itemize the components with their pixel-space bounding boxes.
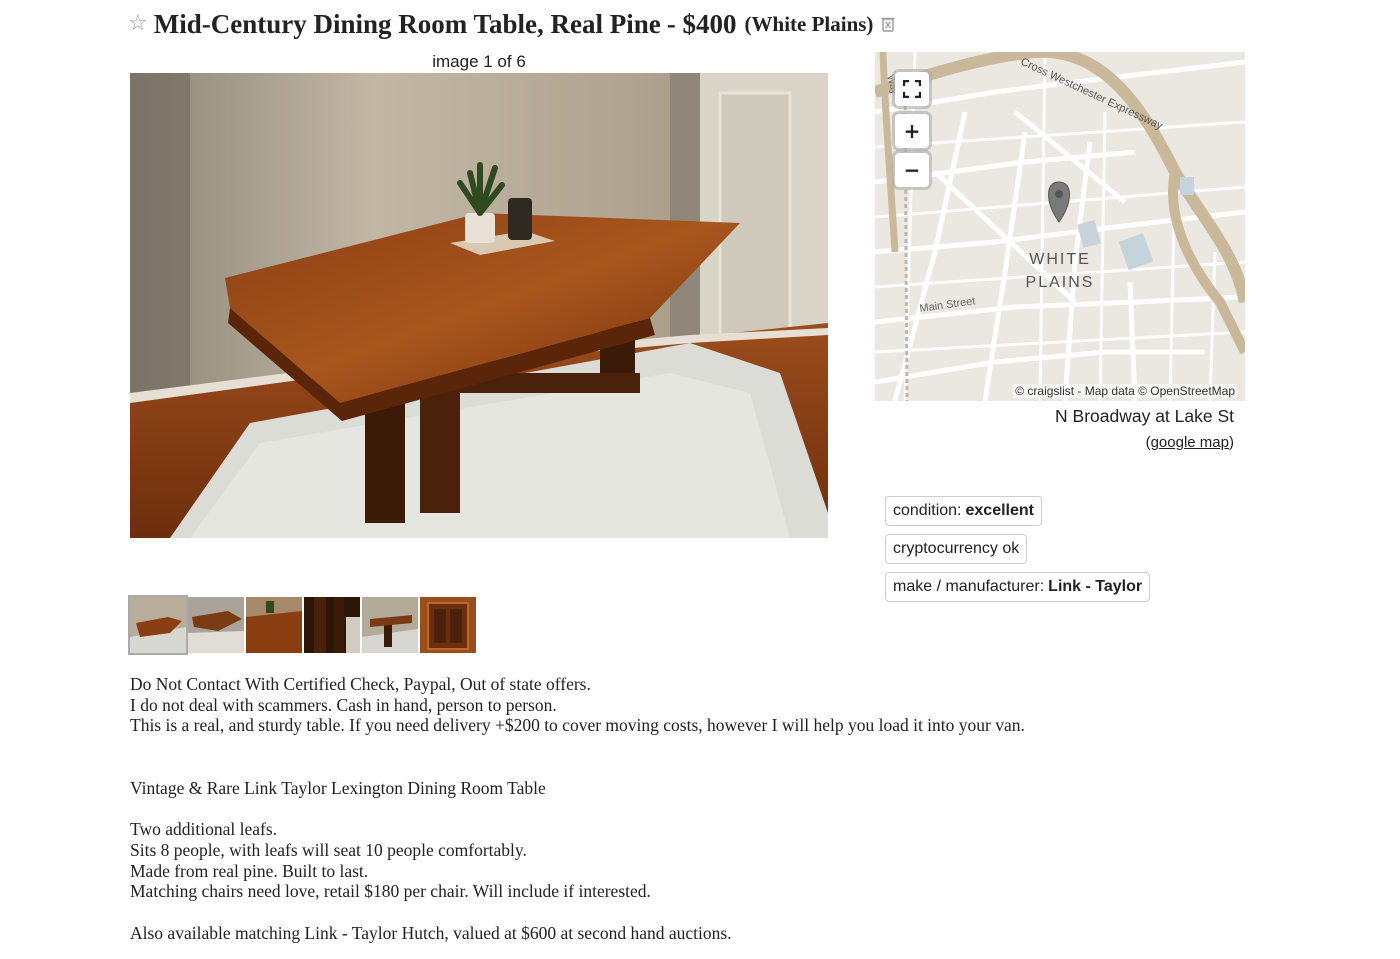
body-line: Sits 8 people, with leafs will seat 10 p… bbox=[130, 839, 527, 860]
attr-cryptocurrency-label: cryptocurrency ok bbox=[893, 540, 1020, 557]
thumbnail-4[interactable] bbox=[304, 597, 360, 653]
body-line: Do Not Contact With Certified Check, Pay… bbox=[130, 674, 591, 694]
map-attribution: © craigslist - Map data © OpenStreetMap bbox=[1013, 384, 1237, 398]
body-heading: Vintage & Rare Link Taylor Lexington Din… bbox=[130, 777, 546, 798]
posting-title: Mid-Century Dining Room Table, Real Pine bbox=[153, 8, 661, 39]
posting-location: (White Plains) bbox=[744, 11, 874, 36]
map-label-plains: PLAINS bbox=[1026, 274, 1095, 291]
attr-manufacturer-label: make / manufacturer: bbox=[893, 578, 1045, 595]
attr-manufacturer-value: Link - Taylor bbox=[1048, 578, 1143, 595]
posting-title-row: ☆ Mid-Century Dining Room Table, Real Pi… bbox=[128, 6, 895, 42]
image-counter: image 1 of 6 bbox=[432, 52, 526, 71]
attr-condition-label: condition: bbox=[893, 502, 962, 519]
posting-body: Do Not Contact With Certified Check, Pay… bbox=[130, 674, 1230, 943]
star-icon[interactable]: ☆ bbox=[128, 13, 148, 35]
thumbnail-6[interactable] bbox=[420, 597, 476, 653]
thumbnail-5[interactable] bbox=[362, 597, 418, 653]
body-line: I do not deal with scammers. Cash in han… bbox=[130, 694, 557, 715]
thumbnail-2[interactable] bbox=[188, 597, 244, 653]
fullscreen-icon[interactable] bbox=[895, 72, 929, 106]
thumbnail-3[interactable] bbox=[246, 597, 302, 653]
body-line: This is a real, and sturdy table. If you… bbox=[130, 715, 1025, 736]
body-footer: Also available matching Link - Taylor Hu… bbox=[130, 922, 732, 943]
body-line: Matching chairs need love, retail $180 p… bbox=[130, 881, 651, 902]
attr-manufacturer: make / manufacturer: Link - Taylor bbox=[885, 572, 1151, 602]
body-line: Two additional leafs. bbox=[130, 819, 277, 840]
location-map[interactable]: Cross Westchester Expressway WHITE PLAIN… bbox=[875, 52, 1245, 401]
attr-condition-value: excellent bbox=[965, 502, 1034, 519]
zoom-in-button[interactable]: + bbox=[895, 114, 929, 148]
google-map-link-wrapper: (google map) bbox=[875, 434, 1234, 451]
attr-cryptocurrency: cryptocurrency ok bbox=[885, 534, 1028, 564]
trash-icon[interactable] bbox=[881, 16, 895, 32]
body-line: Made from real pine. Built to last. bbox=[130, 860, 369, 881]
posting-price: - $400 bbox=[666, 8, 737, 39]
map-label-white: WHITE bbox=[1029, 251, 1091, 268]
main-listing-image[interactable] bbox=[130, 73, 828, 538]
thumbnail-1[interactable] bbox=[128, 595, 188, 655]
paren-close: ) bbox=[1229, 434, 1234, 451]
thumbnail-strip bbox=[128, 595, 476, 655]
google-map-link[interactable]: google map bbox=[1151, 434, 1229, 451]
zoom-out-button[interactable]: − bbox=[895, 153, 929, 187]
map-address: N Broadway at Lake St bbox=[1055, 406, 1234, 426]
attr-condition: condition: excellent bbox=[885, 496, 1042, 526]
